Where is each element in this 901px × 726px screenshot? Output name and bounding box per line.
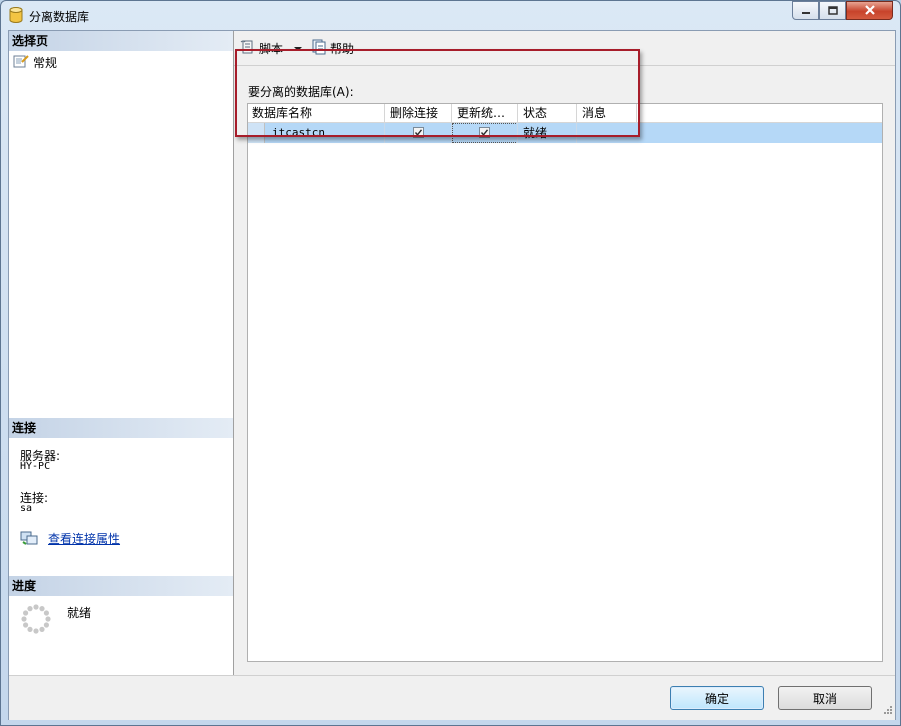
detach-content: 要分离的数据库(A): 数据库名称 删除连接 更新统… 状态 消息 itcast… bbox=[247, 83, 883, 663]
view-connection-properties-link[interactable]: 查看连接属性 bbox=[48, 530, 120, 547]
left-pane: 选择页 常规 连接 服务器: HY-PC 连接: sa 查看连接属性 进度 就绪 bbox=[9, 31, 234, 675]
general-page-icon bbox=[13, 54, 29, 71]
select-page-header: 选择页 bbox=[9, 31, 233, 51]
resize-grip-icon[interactable] bbox=[883, 704, 893, 718]
connection-properties-icon bbox=[20, 530, 38, 549]
maximize-button[interactable] bbox=[819, 1, 846, 20]
progress-header: 进度 bbox=[9, 576, 233, 596]
progress-status: 就绪 bbox=[67, 606, 92, 620]
sidebar-item-label: 常规 bbox=[33, 55, 58, 70]
annotation-highlight-box bbox=[235, 49, 640, 137]
title-bar: 分离数据库 bbox=[1, 1, 900, 29]
connection-value: sa bbox=[20, 503, 33, 514]
cancel-button[interactable]: 取消 bbox=[778, 686, 872, 710]
progress-spinner-icon bbox=[21, 604, 51, 634]
close-icon bbox=[864, 4, 876, 18]
server-value: HY-PC bbox=[20, 461, 51, 472]
connection-header: 连接 bbox=[9, 418, 233, 438]
minimize-button[interactable] bbox=[792, 1, 819, 20]
sidebar-item-general[interactable]: 常规 bbox=[13, 53, 57, 71]
maximize-icon bbox=[827, 4, 838, 18]
dialog-button-bar: 确定 取消 bbox=[9, 675, 895, 720]
window-title: 分离数据库 bbox=[29, 10, 90, 24]
databases-grid: 数据库名称 删除连接 更新统… 状态 消息 itcastcn 就绪 bbox=[247, 103, 883, 662]
ok-button[interactable]: 确定 bbox=[670, 686, 764, 710]
minimize-icon bbox=[801, 4, 811, 18]
database-icon bbox=[9, 7, 23, 23]
detach-database-window: 分离数据库 选择页 常规 连接 服务器: HY-PC 连接: sa 查看连接属性… bbox=[0, 0, 901, 726]
close-button[interactable] bbox=[846, 1, 893, 20]
